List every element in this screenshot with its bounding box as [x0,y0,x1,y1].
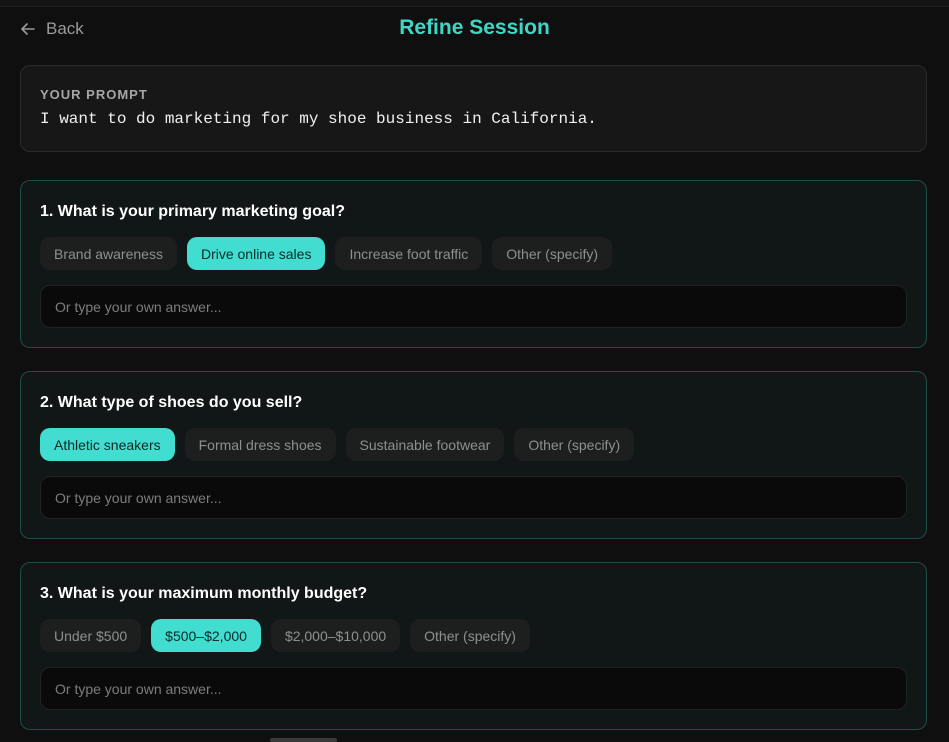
question-title: 2. What type of shoes do you sell? [40,394,303,411]
prompt-text: I want to do marketing for my shoe busin… [40,110,597,128]
prompt-card: YOUR PROMPT I want to do marketing for m… [20,65,927,152]
question-card-3: 3. What is your maximum monthly budget? … [20,562,927,730]
horizontal-scrollbar[interactable] [270,738,337,742]
option-other[interactable]: Other (specify) [492,237,613,270]
question-card-1: 1. What is your primary marketing goal? … [20,180,927,348]
option-group: Brand awareness Drive online sales Incre… [40,237,613,270]
option-athletic-sneakers[interactable]: Athletic sneakers [40,428,175,461]
question-title: 1. What is your primary marketing goal? [40,203,345,220]
answer-input[interactable] [40,667,907,710]
option-500-2000[interactable]: $500–$2,000 [151,619,261,652]
option-brand-awareness[interactable]: Brand awareness [40,237,177,270]
option-drive-online-sales[interactable]: Drive online sales [186,237,326,270]
option-other[interactable]: Other (specify) [410,619,530,652]
answer-input[interactable] [40,285,907,328]
option-sustainable-footwear[interactable]: Sustainable footwear [345,428,505,461]
prompt-label: YOUR PROMPT [40,87,148,102]
option-formal-dress-shoes[interactable]: Formal dress shoes [184,428,336,461]
option-group: Athletic sneakers Formal dress shoes Sus… [40,428,635,461]
option-group: Under $500 $500–$2,000 $2,000–$10,000 Ot… [40,619,530,652]
option-other[interactable]: Other (specify) [514,428,635,461]
page-title: Refine Session [399,16,550,39]
header: Back Refine Session [0,7,949,51]
option-under-500[interactable]: Under $500 [40,619,142,652]
option-increase-foot-traffic[interactable]: Increase foot traffic [335,237,483,270]
question-title: 3. What is your maximum monthly budget? [40,585,368,602]
answer-input[interactable] [40,476,907,519]
option-2000-10000[interactable]: $2,000–$10,000 [270,619,401,652]
question-card-2: 2. What type of shoes do you sell? Athle… [20,371,927,539]
top-bar [0,0,949,7]
